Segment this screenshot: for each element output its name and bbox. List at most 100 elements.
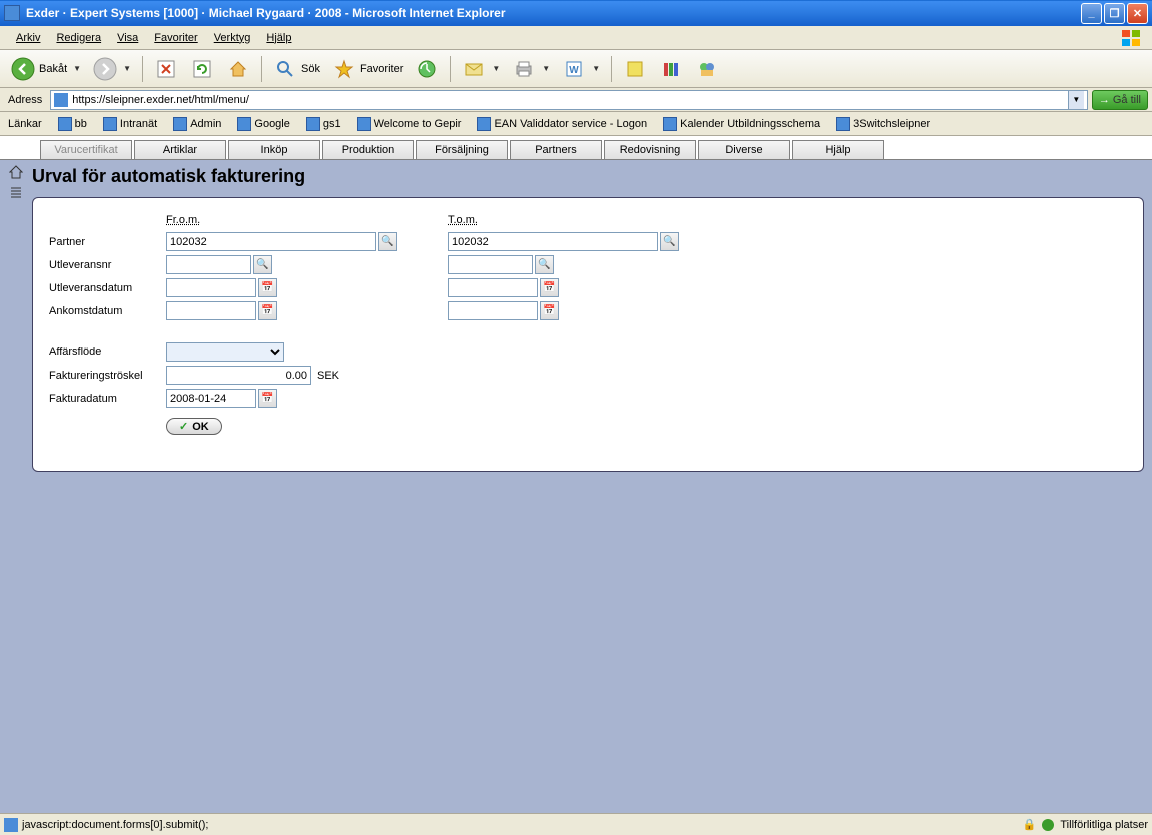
mail-icon [462,57,486,81]
link-google[interactable]: Google [233,115,293,133]
ankomstdatum-from-input[interactable] [166,301,256,320]
link-gs1[interactable]: gs1 [302,115,345,133]
url-input[interactable] [72,94,1068,106]
close-button[interactable]: ✕ [1127,3,1148,24]
utleveransdatum-from-calendar-button[interactable]: 📅 [258,278,277,297]
faktureringstroskel-input[interactable] [166,366,311,385]
partner-to-lookup-button[interactable]: 🔍 [660,232,679,251]
home-icon[interactable] [8,164,24,180]
go-arrow-icon: → [1099,94,1110,106]
forward-icon [93,57,117,81]
favicon-icon [173,117,187,131]
tab-artiklar[interactable]: Artiklar [134,140,226,159]
utleveransnr-to-input[interactable] [448,255,533,274]
link-gepir[interactable]: Welcome to Gepir [353,115,466,133]
messenger-button[interactable] [690,54,724,84]
menu-hjalp[interactable]: Hjälp [258,30,299,46]
fakturadatum-calendar-button[interactable]: 📅 [258,389,277,408]
maximize-button[interactable]: ❐ [1104,3,1125,24]
address-label: Adress [4,94,46,106]
print-icon [512,57,536,81]
left-gutter [0,160,32,813]
tab-diverse[interactable]: Diverse [698,140,790,159]
affarsflode-select[interactable] [166,342,284,362]
link-3switch[interactable]: 3Switchsleipner [832,115,934,133]
stop-button[interactable] [149,54,183,84]
dropdown-icon: ▼ [123,64,131,73]
magnifier-icon: 🔍 [663,236,675,247]
tab-varucertifikat[interactable]: Varucertifikat [40,140,132,159]
label-faktureringstroskel: Faktureringströskel [49,370,164,382]
tab-hjalp[interactable]: Hjälp [792,140,884,159]
search-button[interactable]: Sök [268,54,325,84]
lock-icon: 🔒 [1023,818,1037,831]
forward-button[interactable]: ▼ [88,54,136,84]
search-icon [273,57,297,81]
tab-inkop[interactable]: Inköp [228,140,320,159]
link-admin[interactable]: Admin [169,115,225,133]
calendar-icon: 📅 [261,305,273,316]
calendar-icon: 📅 [261,282,273,293]
tab-partners[interactable]: Partners [510,140,602,159]
menu-favoriter[interactable]: Favoriter [146,30,205,46]
check-icon: ✓ [179,420,188,433]
window-title: Exder · Expert Systems [1000] · Michael … [26,6,1081,20]
utleveransdatum-to-input[interactable] [448,278,538,297]
magnifier-icon: 🔍 [256,259,268,270]
tab-produktion[interactable]: Produktion [322,140,414,159]
go-button[interactable]: → Gå till [1092,90,1148,110]
label-utleveransnr: Utleveransnr [49,259,164,271]
partner-from-lookup-button[interactable]: 🔍 [378,232,397,251]
history-button[interactable] [410,54,444,84]
edit-icon: W [562,57,586,81]
mail-button[interactable]: ▼ [457,54,505,84]
utleveransdatum-from-input[interactable] [166,278,256,297]
dropdown-icon: ▼ [73,64,81,73]
menu-verktyg[interactable]: Verktyg [206,30,259,46]
ankomstdatum-from-calendar-button[interactable]: 📅 [258,301,277,320]
magnifier-icon: 🔍 [381,236,393,247]
link-ean[interactable]: EAN Validdator service - Logon [473,115,651,133]
print-button[interactable]: ▼ [507,54,555,84]
minimize-button[interactable]: _ [1081,3,1102,24]
partner-to-input[interactable] [448,232,658,251]
menu-redigera[interactable]: Redigera [48,30,109,46]
link-intranat[interactable]: Intranät [99,115,161,133]
note-icon [623,57,647,81]
back-button[interactable]: Bakåt ▼ [6,54,86,84]
research-button[interactable] [654,54,688,84]
tab-forsaljning[interactable]: Försäljning [416,140,508,159]
favicon-icon [663,117,677,131]
fakturadatum-input[interactable] [166,389,256,408]
utleveransnr-from-lookup-button[interactable]: 🔍 [253,255,272,274]
utleveransdatum-to-calendar-button[interactable]: 📅 [540,278,559,297]
tab-redovisning[interactable]: Redovisning [604,140,696,159]
list-icon[interactable] [8,184,24,200]
menu-visa[interactable]: Visa [109,30,146,46]
utleveransnr-to-lookup-button[interactable]: 🔍 [535,255,554,274]
ok-button[interactable]: ✓ OK [166,418,222,435]
link-kalender[interactable]: Kalender Utbildningsschema [659,115,824,133]
col-header-to: T.o.m. [448,214,728,228]
favicon-icon [477,117,491,131]
url-dropdown-button[interactable]: ▼ [1068,91,1084,109]
go-label: Gå till [1113,94,1141,106]
utleveransnr-from-input[interactable] [166,255,251,274]
menu-arkiv[interactable]: Arkiv [8,30,48,46]
url-input-wrap: ▼ [50,90,1088,110]
favorites-button[interactable]: Favoriter [327,54,408,84]
partner-from-input[interactable] [166,232,376,251]
messenger-icon [695,57,719,81]
page-title: Urval för automatisk fakturering [32,160,1144,197]
ankomstdatum-to-input[interactable] [448,301,538,320]
label-utleveransdatum: Utleveransdatum [49,282,164,294]
link-bb[interactable]: bb [54,115,91,133]
col-header-from: Fr.o.m. [166,214,446,228]
ankomstdatum-to-calendar-button[interactable]: 📅 [540,301,559,320]
edit-button[interactable]: W▼ [557,54,605,84]
label-ankomstdatum: Ankomstdatum [49,305,164,317]
refresh-button[interactable] [185,54,219,84]
back-icon [11,57,35,81]
home-button[interactable] [221,54,255,84]
note-button[interactable] [618,54,652,84]
